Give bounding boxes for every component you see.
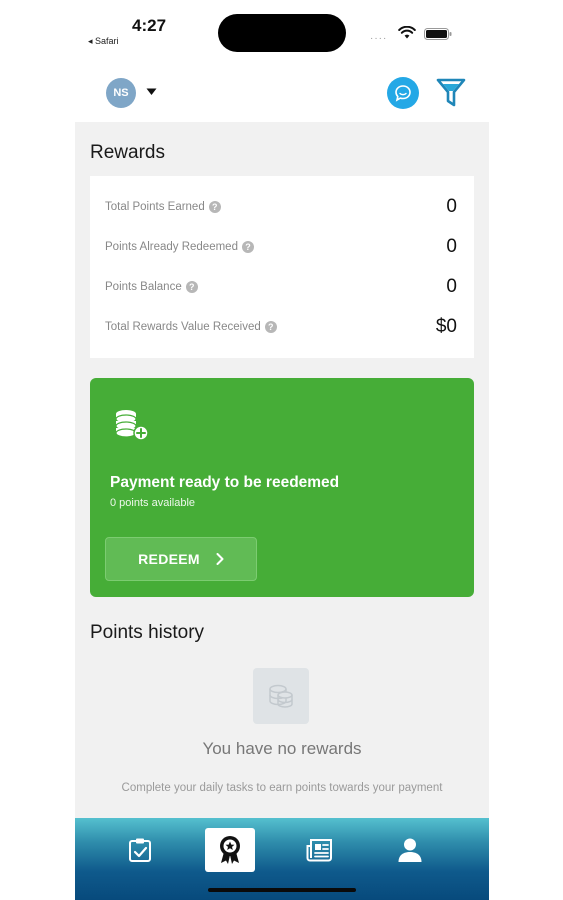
stat-row-points-already-redeemed: Points Already Redeemed ? 0 — [105, 235, 457, 259]
user-icon — [398, 838, 422, 862]
help-icon[interactable]: ? — [241, 241, 254, 253]
app-screen: 4:27 ◂ Safari ···· NS Rewards Total Poin… — [0, 0, 563, 900]
stat-label-text: Points Already Redeemed — [105, 241, 238, 253]
stat-row-total-points-earned: Total Points Earned ? 0 — [105, 195, 457, 219]
payment-ready-title: Payment ready to be reedemed — [110, 474, 340, 491]
stat-row-points-balance: Points Balance ? 0 — [105, 275, 457, 299]
avatar-initials: NS — [113, 87, 129, 99]
help-icon[interactable]: ? — [208, 201, 221, 213]
help-icon[interactable]: ? — [264, 321, 277, 333]
stat-row-total-rewards-value: Total Rewards Value Received ? $0 — [105, 315, 457, 339]
stat-value: $0 — [435, 316, 457, 337]
empty-rewards-coins-icon — [253, 668, 309, 724]
chevron-down-icon[interactable] — [146, 88, 157, 96]
chat-button[interactable] — [387, 77, 419, 109]
chat-icon — [395, 85, 411, 102]
stat-label-text: Points Balance — [105, 281, 182, 293]
status-time: 4:27 — [132, 16, 167, 35]
tab-rewards[interactable] — [205, 828, 255, 872]
empty-state-subtitle: Complete your daily tasks to earn points… — [121, 782, 443, 794]
empty-state-title: You have no rewards — [202, 739, 362, 758]
stat-label: Total Rewards Value Received ? — [105, 321, 277, 333]
rewards-title: Rewards — [90, 142, 165, 163]
stat-label-text: Total Points Earned — [105, 201, 205, 213]
chevron-right-icon — [216, 553, 224, 565]
stat-label: Points Already Redeemed ? — [105, 241, 254, 253]
newspaper-icon — [306, 839, 332, 862]
rewards-panel: Rewards Total Points Earned ? 0 Points A… — [75, 122, 489, 818]
redeem-button-label: REDEEM — [138, 551, 200, 567]
stat-value: 0 — [446, 276, 457, 297]
stat-label-text: Total Rewards Value Received — [105, 321, 261, 333]
points-history-title: Points history — [90, 622, 205, 643]
points-summary-card: Total Points Earned ? 0 Points Already R… — [90, 176, 474, 358]
dynamic-island — [218, 14, 346, 52]
stat-value: 0 — [446, 196, 457, 217]
signal-icon: ···· — [370, 33, 388, 44]
coins-icon — [115, 410, 149, 441]
wifi-icon — [398, 26, 416, 39]
tab-profile[interactable] — [385, 828, 435, 872]
tab-news[interactable] — [295, 828, 345, 872]
payment-ready-card: Payment ready to be reedemed 0 points av… — [90, 378, 474, 597]
award-badge-icon — [220, 836, 240, 864]
stat-value: 0 — [446, 236, 457, 257]
avatar[interactable]: NS — [106, 78, 136, 108]
home-indicator — [208, 888, 356, 892]
back-to-safari-link[interactable]: ◂ Safari — [88, 36, 119, 47]
stat-label: Points Balance ? — [105, 281, 198, 293]
points-available-text: 0 points available — [110, 497, 196, 509]
help-icon[interactable]: ? — [185, 281, 198, 293]
battery-icon — [424, 28, 452, 40]
filter-icon[interactable] — [436, 78, 466, 108]
bottom-tab-bar — [75, 818, 489, 900]
stat-label: Total Points Earned ? — [105, 201, 221, 213]
clipboard-check-icon — [129, 838, 151, 862]
redeem-button[interactable]: REDEEM — [105, 537, 257, 581]
tab-tasks[interactable] — [115, 828, 165, 872]
